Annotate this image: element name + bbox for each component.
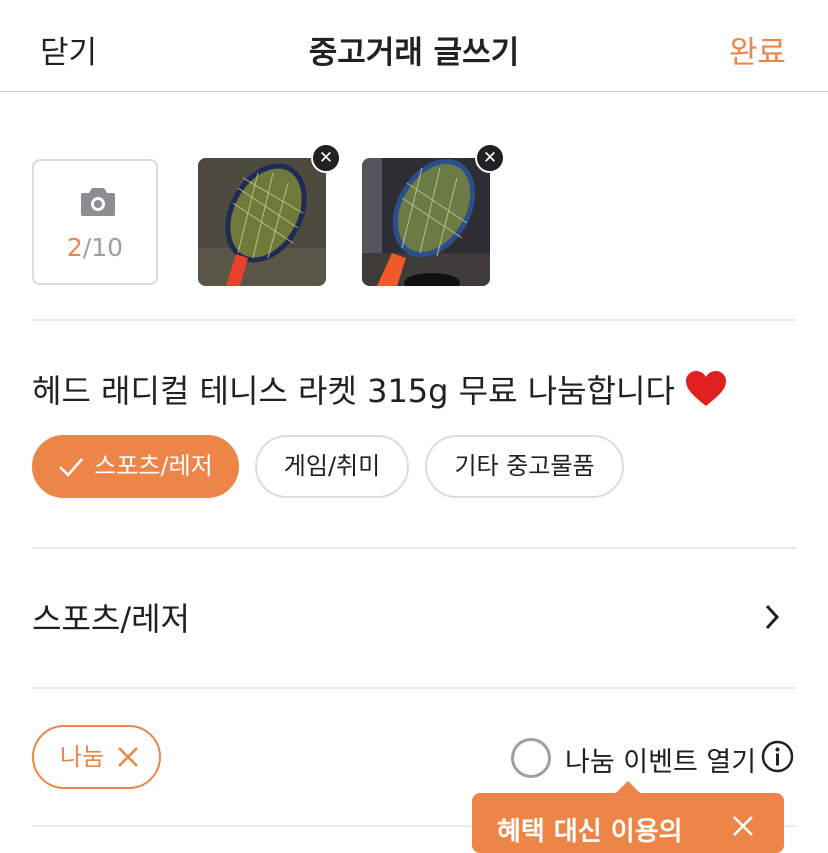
- remove-photo-button[interactable]: ✕: [311, 143, 341, 173]
- divider: [32, 319, 796, 321]
- info-icon[interactable]: [761, 740, 794, 773]
- share-tag[interactable]: 나눔: [32, 725, 161, 789]
- chevron-right-icon: [765, 604, 780, 630]
- add-photo-button[interactable]: 2/10: [32, 159, 158, 285]
- close-icon[interactable]: [732, 815, 754, 837]
- category-chip-games[interactable]: 게임/취미: [255, 435, 409, 498]
- category-selector[interactable]: 스포츠/레저: [32, 548, 796, 688]
- tooltip-arrow: [616, 781, 640, 793]
- category-chip-sports[interactable]: 스포츠/레저: [32, 435, 239, 498]
- divider: [32, 687, 796, 689]
- page-title: 중고거래 글쓰기: [308, 35, 520, 71]
- title-input[interactable]: 헤드 래디컬 테니스 라켓 315g 무료 나눔합니다: [32, 366, 727, 412]
- tooltip-text: 혜택 대신 이용의: [497, 817, 683, 847]
- close-icon[interactable]: [117, 746, 139, 768]
- photo-thumbnail[interactable]: [198, 158, 326, 286]
- share-event-label[interactable]: 나눔 이벤트 열기: [565, 740, 756, 779]
- camera-icon: [81, 188, 115, 216]
- category-label: 스포츠/레저: [32, 600, 190, 638]
- racket-image: [362, 158, 490, 286]
- header: 닫기 중고거래 글쓰기 완료: [0, 0, 828, 92]
- heart-icon: [685, 371, 726, 406]
- racket-image: [198, 158, 326, 286]
- share-event-radio[interactable]: [511, 738, 551, 778]
- photo-thumbnail[interactable]: [362, 158, 490, 286]
- photo-count: 2/10: [66, 233, 124, 262]
- tooltip: 혜택 대신 이용의: [472, 781, 784, 853]
- share-tag-label: 나눔: [60, 743, 105, 771]
- done-button[interactable]: 완료: [729, 27, 786, 72]
- category-chip-etc[interactable]: 기타 중고물품: [425, 435, 624, 498]
- check-icon: [59, 458, 84, 477]
- remove-photo-button[interactable]: ✕: [475, 143, 505, 173]
